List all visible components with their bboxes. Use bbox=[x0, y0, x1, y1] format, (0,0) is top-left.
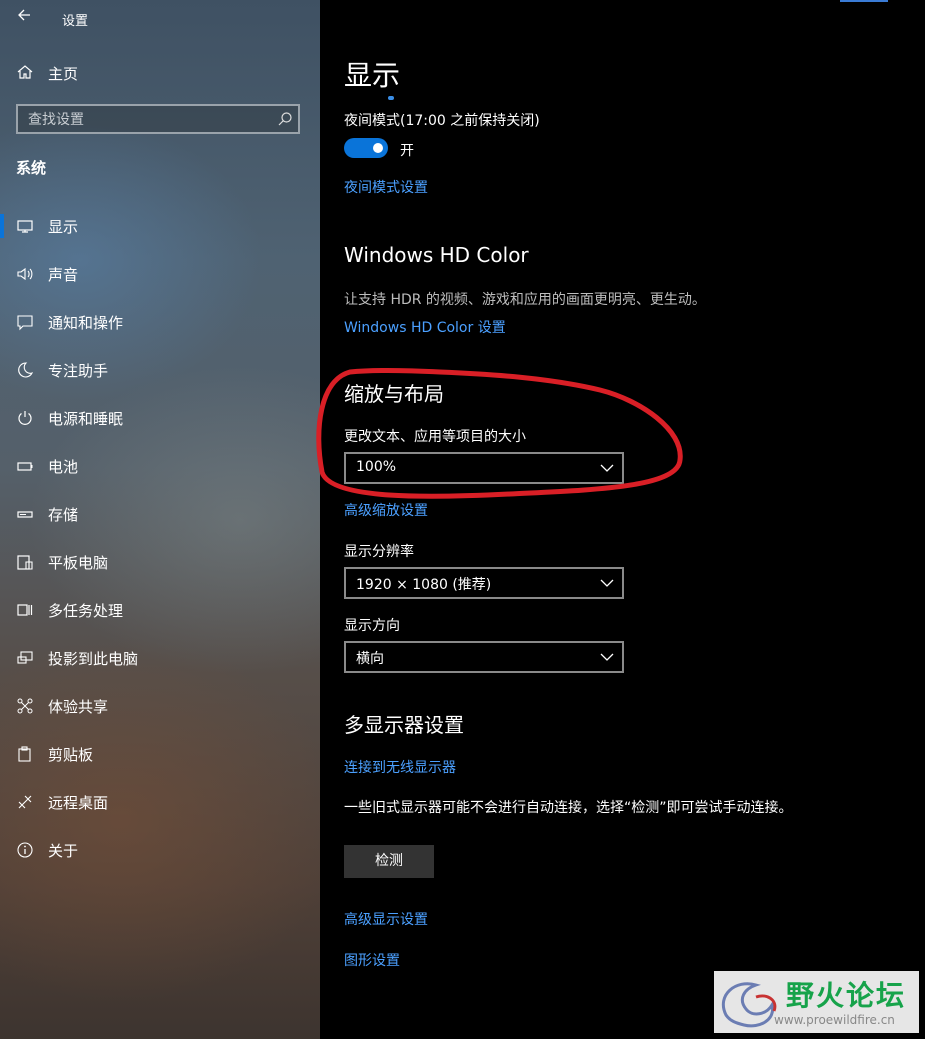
sidebar-item-label: 平板电脑 bbox=[48, 554, 109, 572]
remote-desktop-icon bbox=[18, 795, 32, 809]
sidebar-item-sound[interactable]: 声音 bbox=[0, 258, 320, 306]
orientation-label: 显示方向 bbox=[344, 618, 400, 634]
storage-icon bbox=[17, 511, 33, 518]
sidebar-item-home[interactable]: 主页 bbox=[0, 58, 320, 88]
sidebar-item-storage[interactable]: 存储 bbox=[0, 498, 320, 546]
chevron-down-icon bbox=[600, 579, 614, 587]
night-light-toggle-state: 开 bbox=[400, 143, 414, 159]
hd-color-description: 让支持 HDR 的视频、游戏和应用的画面更明亮、更生动。 bbox=[344, 292, 706, 308]
forum-watermark: 野火论坛 www.proewildfire.cn bbox=[714, 971, 919, 1033]
window-title: 设置 bbox=[62, 14, 89, 29]
power-icon bbox=[18, 411, 32, 425]
search-box[interactable] bbox=[16, 104, 300, 134]
search-icon[interactable] bbox=[276, 110, 294, 128]
sidebar-item-shared-experiences[interactable]: 体验共享 bbox=[0, 690, 320, 738]
connect-wireless-display-link[interactable]: 连接到无线显示器 bbox=[344, 757, 456, 777]
title-indicator bbox=[388, 96, 394, 100]
chevron-down-icon bbox=[600, 653, 614, 661]
nav-list: 显示 声音 通知和操作 专注助手 电源和睡眠 电池 存储 平板电脑 多任务处理 … bbox=[0, 210, 320, 882]
chevron-down-icon bbox=[600, 464, 614, 472]
sidebar-item-label: 体验共享 bbox=[48, 698, 109, 716]
page-title: 显示 bbox=[344, 59, 401, 92]
battery-icon bbox=[17, 462, 33, 471]
sidebar-item-label: 远程桌面 bbox=[48, 794, 109, 812]
orientation-dropdown[interactable]: 横向 bbox=[344, 641, 624, 673]
search-input[interactable] bbox=[26, 109, 270, 131]
multitask-icon bbox=[17, 604, 33, 616]
sidebar: 设置 主页 系统 显示 声音 通知和操作 专注助手 电源和睡眠 bbox=[0, 0, 320, 1039]
scale-dropdown[interactable]: 100% bbox=[344, 452, 624, 484]
sidebar-item-label: 专注助手 bbox=[48, 362, 109, 380]
back-arrow-icon bbox=[18, 9, 30, 21]
home-icon bbox=[17, 65, 33, 79]
multi-display-title: 多显示器设置 bbox=[344, 713, 464, 737]
resolution-dropdown[interactable]: 1920 × 1080 (推荐) bbox=[344, 567, 624, 599]
watermark-url: www.proewildfire.cn bbox=[774, 1013, 895, 1027]
sidebar-item-label: 电源和睡眠 bbox=[48, 410, 124, 428]
share-icon bbox=[17, 698, 33, 714]
advanced-scaling-link[interactable]: 高级缩放设置 bbox=[344, 500, 428, 520]
scale-layout-title: 缩放与布局 bbox=[344, 382, 444, 406]
sidebar-item-clipboard[interactable]: 剪贴板 bbox=[0, 738, 320, 786]
window-accent-bar bbox=[840, 0, 888, 2]
sidebar-item-power-sleep[interactable]: 电源和睡眠 bbox=[0, 402, 320, 450]
sidebar-item-project[interactable]: 投影到此电脑 bbox=[0, 642, 320, 690]
sidebar-item-label: 声音 bbox=[48, 266, 79, 284]
speaker-icon bbox=[17, 267, 33, 281]
sidebar-item-notifications[interactable]: 通知和操作 bbox=[0, 306, 320, 354]
info-icon bbox=[17, 842, 33, 858]
hd-color-title: Windows HD Color bbox=[344, 243, 529, 267]
clipboard-icon bbox=[18, 746, 31, 762]
back-button[interactable] bbox=[12, 6, 36, 30]
detect-button[interactable]: 检测 bbox=[344, 845, 434, 878]
sidebar-item-about[interactable]: 关于 bbox=[0, 834, 320, 882]
toggle-knob bbox=[373, 143, 383, 153]
sidebar-item-multitasking[interactable]: 多任务处理 bbox=[0, 594, 320, 642]
section-title: 系统 bbox=[16, 159, 47, 177]
sidebar-item-display[interactable]: 显示 bbox=[0, 210, 320, 258]
sidebar-item-label: 通知和操作 bbox=[48, 314, 124, 332]
project-icon bbox=[17, 651, 33, 664]
resolution-label: 显示分辨率 bbox=[344, 544, 414, 560]
sidebar-item-label: 投影到此电脑 bbox=[48, 650, 139, 668]
sidebar-item-remote-desktop[interactable]: 远程桌面 bbox=[0, 786, 320, 834]
hd-color-settings-link[interactable]: Windows HD Color 设置 bbox=[344, 317, 506, 337]
advanced-display-settings-link[interactable]: 高级显示设置 bbox=[344, 909, 428, 929]
night-light-settings-link[interactable]: 夜间模式设置 bbox=[344, 177, 428, 197]
sidebar-item-label: 关于 bbox=[48, 842, 79, 860]
sidebar-item-focus-assist[interactable]: 专注助手 bbox=[0, 354, 320, 402]
scale-label: 更改文本、应用等项目的大小 bbox=[344, 429, 526, 445]
sidebar-item-label: 电池 bbox=[48, 458, 79, 476]
moon-icon bbox=[18, 362, 34, 378]
sidebar-item-label: 剪贴板 bbox=[48, 746, 94, 764]
sidebar-item-label: 多任务处理 bbox=[48, 602, 124, 620]
sidebar-item-label: 主页 bbox=[48, 65, 79, 83]
notification-icon bbox=[17, 315, 33, 331]
sidebar-item-label: 存储 bbox=[48, 506, 79, 524]
tablet-icon bbox=[17, 555, 33, 570]
monitor-icon bbox=[17, 220, 33, 233]
multi-display-description: 一些旧式显示器可能不会进行自动连接，选择“检测”即可尝试手动连接。 bbox=[344, 800, 793, 816]
watermark-title: 野火论坛 bbox=[786, 979, 907, 1012]
graphics-settings-link[interactable]: 图形设置 bbox=[344, 950, 400, 970]
sidebar-item-label: 显示 bbox=[48, 218, 79, 236]
night-light-label: 夜间模式(17:00 之前保持关闭) bbox=[344, 113, 540, 129]
sidebar-item-tablet[interactable]: 平板电脑 bbox=[0, 546, 320, 594]
scale-value: 100% bbox=[356, 459, 397, 475]
resolution-value: 1920 × 1080 (推荐) bbox=[356, 577, 492, 593]
orientation-value: 横向 bbox=[356, 651, 384, 667]
sidebar-item-battery[interactable]: 电池 bbox=[0, 450, 320, 498]
night-light-toggle[interactable] bbox=[344, 138, 388, 158]
main-content: 显示 夜间模式(17:00 之前保持关闭) 开 夜间模式设置 Windows H… bbox=[320, 0, 925, 1039]
